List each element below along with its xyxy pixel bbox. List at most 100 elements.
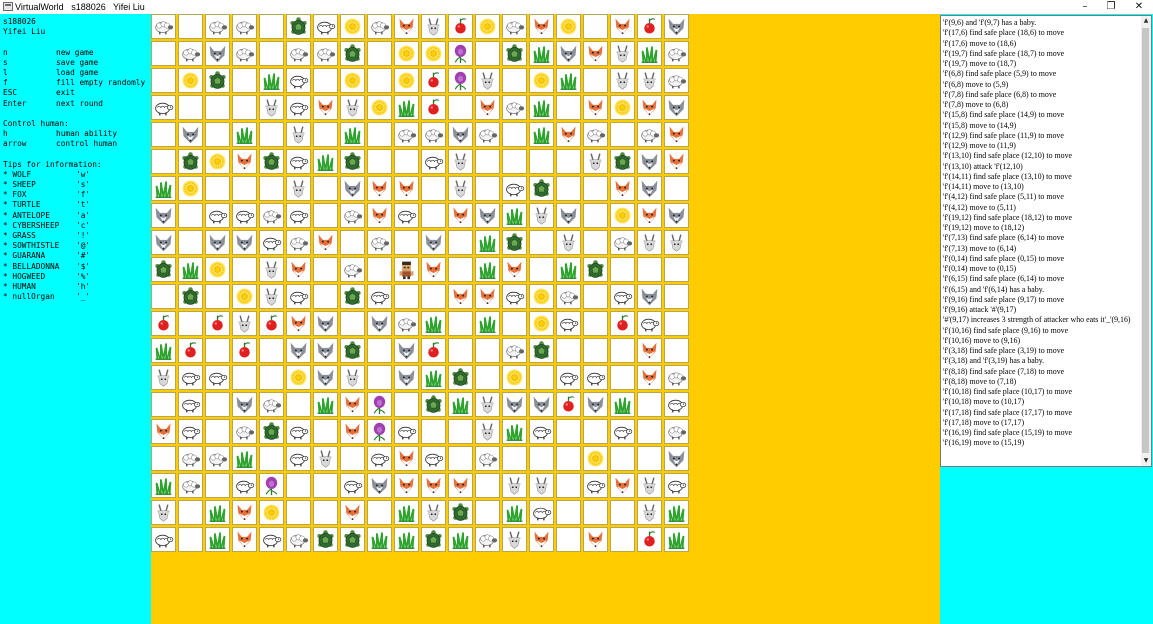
board-cell[interactable] [313,392,338,417]
board-cell[interactable] [421,41,446,66]
board-cell[interactable] [286,68,311,93]
board-cell[interactable] [664,500,689,525]
board-cell[interactable] [340,14,365,39]
board-cell[interactable] [232,284,257,309]
board-cell[interactable] [259,311,284,336]
board-cell[interactable] [313,473,338,498]
board-cell[interactable] [205,95,230,120]
board-cell[interactable] [313,122,338,147]
board-cell[interactable] [502,14,527,39]
board-cell[interactable] [664,149,689,174]
board-cell[interactable] [340,149,365,174]
board-cell[interactable] [367,14,392,39]
board-cell[interactable] [421,473,446,498]
board-cell[interactable] [313,446,338,471]
board-cell[interactable] [232,419,257,444]
board-cell[interactable] [502,446,527,471]
board-cell[interactable] [259,230,284,255]
board-cell[interactable] [421,203,446,228]
board-cell[interactable] [259,95,284,120]
board-cell[interactable] [502,500,527,525]
board-cell[interactable] [502,284,527,309]
board-cell[interactable] [394,500,419,525]
board-cell[interactable] [340,446,365,471]
board-cell[interactable] [367,203,392,228]
board-cell[interactable] [313,203,338,228]
board-cell[interactable] [394,392,419,417]
board-cell[interactable] [313,365,338,390]
board-cell[interactable] [340,230,365,255]
board-cell[interactable] [313,14,338,39]
board-cell[interactable] [583,365,608,390]
board-cell[interactable] [367,446,392,471]
board-cell[interactable] [313,149,338,174]
board-cell[interactable] [448,527,473,552]
board-cell[interactable] [475,230,500,255]
board-cell[interactable] [286,392,311,417]
board-cell[interactable] [367,95,392,120]
board-cell[interactable] [529,365,554,390]
board-cell[interactable] [421,68,446,93]
board-cell[interactable] [421,419,446,444]
board-cell[interactable] [313,230,338,255]
board-cell[interactable] [529,122,554,147]
board-cell[interactable] [529,311,554,336]
board-cell[interactable] [232,446,257,471]
board-cell[interactable] [178,230,203,255]
board-cell[interactable] [610,527,635,552]
board-cell[interactable] [556,176,581,201]
board-cell[interactable] [664,176,689,201]
board-cell[interactable] [529,176,554,201]
board-cell[interactable] [178,419,203,444]
board-cell[interactable] [313,257,338,282]
board-cell[interactable] [394,95,419,120]
board-cell[interactable] [475,176,500,201]
board-cell[interactable] [313,311,338,336]
board-cell[interactable] [664,311,689,336]
board-cell[interactable] [205,284,230,309]
board-cell[interactable] [259,392,284,417]
board-cell[interactable] [421,176,446,201]
board-cell[interactable] [205,500,230,525]
board-cell[interactable] [151,122,176,147]
board-cell[interactable] [340,176,365,201]
board-cell[interactable] [583,284,608,309]
board-cell[interactable] [421,527,446,552]
board-cell[interactable] [340,338,365,363]
board-cell[interactable] [286,41,311,66]
board-cell[interactable] [151,473,176,498]
board-cell[interactable] [529,392,554,417]
board-cell[interactable] [394,473,419,498]
board-cell[interactable] [313,338,338,363]
board-cell[interactable] [583,419,608,444]
board-cell[interactable] [151,311,176,336]
board-cell[interactable] [448,500,473,525]
board-cell[interactable] [205,122,230,147]
board-cell[interactable] [664,338,689,363]
board-cell[interactable] [529,338,554,363]
board-cell[interactable] [610,95,635,120]
board-cell[interactable] [340,473,365,498]
board-cell[interactable] [529,14,554,39]
board-cell[interactable] [340,392,365,417]
board-cell[interactable] [232,473,257,498]
board-cell[interactable] [340,122,365,147]
board-cell[interactable] [610,473,635,498]
board-cell[interactable] [556,338,581,363]
board-cell[interactable] [610,500,635,525]
board-cell[interactable] [583,230,608,255]
board-cell[interactable] [394,176,419,201]
board-cell[interactable] [448,284,473,309]
board-cell[interactable] [637,203,662,228]
board-cell[interactable] [637,473,662,498]
board-cell[interactable] [610,446,635,471]
board-cell[interactable] [610,365,635,390]
board-cell[interactable] [151,284,176,309]
board-cell[interactable] [502,527,527,552]
board-cell[interactable] [583,149,608,174]
board-cell[interactable] [205,257,230,282]
board-cell[interactable] [259,41,284,66]
board-cell[interactable] [286,338,311,363]
board-cell[interactable] [421,230,446,255]
board-cell[interactable] [367,419,392,444]
